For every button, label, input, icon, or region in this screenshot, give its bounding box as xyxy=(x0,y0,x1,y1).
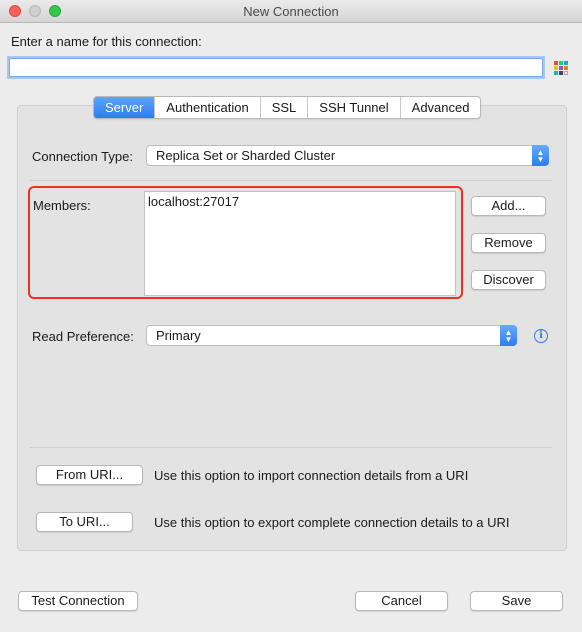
to-uri-button[interactable]: To URI... xyxy=(36,512,133,532)
divider xyxy=(30,180,552,181)
connection-type-select[interactable]: Replica Set or Sharded Cluster ▲ ▼ xyxy=(146,145,549,166)
remove-member-button[interactable]: Remove xyxy=(471,233,546,253)
tab-ssh-tunnel[interactable]: SSH Tunnel xyxy=(307,97,399,118)
cancel-button[interactable]: Cancel xyxy=(355,591,448,611)
members-label: Members: xyxy=(33,198,91,213)
save-button[interactable]: Save xyxy=(470,591,563,611)
read-preference-value: Primary xyxy=(156,328,201,343)
title-bar: New Connection xyxy=(0,0,582,23)
color-picker-icon[interactable] xyxy=(554,61,568,75)
connection-name-label: Enter a name for this connection: xyxy=(11,34,202,49)
test-connection-button[interactable]: Test Connection xyxy=(18,591,138,611)
members-value: localhost:27017 xyxy=(148,194,240,209)
read-preference-label: Read Preference: xyxy=(32,329,134,344)
tab-server[interactable]: Server xyxy=(94,97,155,118)
connection-type-value: Replica Set or Sharded Cluster xyxy=(156,148,336,163)
tab-advanced[interactable]: Advanced xyxy=(399,97,481,118)
to-uri-description: Use this option to export complete conne… xyxy=(154,515,510,530)
members-textarea[interactable]: localhost:27017 xyxy=(144,191,456,296)
tab-bar: Server Authentication SSL SSH Tunnel Adv… xyxy=(93,96,482,119)
add-member-button[interactable]: Add... xyxy=(471,196,546,216)
discover-members-button[interactable]: Discover xyxy=(471,270,546,290)
window-title: New Connection xyxy=(243,4,339,19)
from-uri-button[interactable]: From URI... xyxy=(36,465,143,485)
tab-ssl[interactable]: SSL xyxy=(259,97,308,118)
connection-type-label: Connection Type: xyxy=(32,149,133,164)
from-uri-description: Use this option to import connection det… xyxy=(154,468,469,483)
read-preference-select[interactable]: Primary ▲ ▼ xyxy=(146,325,517,346)
select-arrows-icon: ▲ ▼ xyxy=(532,145,549,166)
info-icon[interactable]: i xyxy=(534,329,548,343)
connection-name-input[interactable] xyxy=(9,58,543,77)
tab-authentication[interactable]: Authentication xyxy=(154,97,259,118)
select-arrows-icon: ▲ ▼ xyxy=(500,325,517,346)
divider xyxy=(30,447,552,448)
